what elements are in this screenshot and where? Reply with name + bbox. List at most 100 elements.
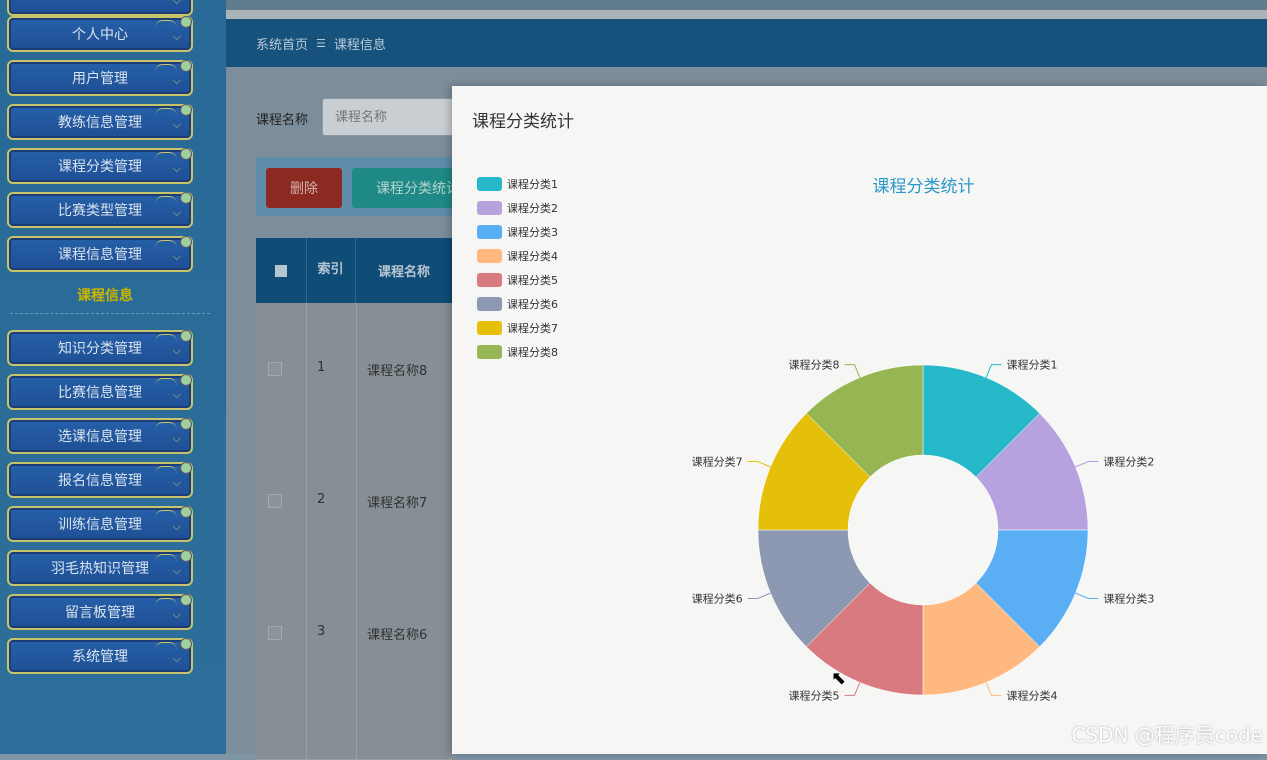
row-name: 课程名称7 [367,496,428,511]
top-divider [226,10,1267,19]
slice-label: 课程分类8 [788,358,839,372]
ornament-icon [155,334,177,343]
knob-icon [180,418,192,430]
knob-icon [180,236,192,248]
slice-label: 课程分类4 [1007,688,1058,702]
slice-label: 课程分类5 [788,688,839,702]
breadcrumb-current: 课程信息 [333,37,386,53]
sidebar-item[interactable]: 留言板管理 ⌵ [7,594,193,630]
sidebar: ⌵ 个人中心 ⌵ 用户管理 ⌵ 教练信息管理 ⌵ 课程分类管理 ⌵ 比赛类型管理 ⌵ 课程信息管理 ⌵ 知… [0,0,226,754]
row-index: 2 [317,492,326,507]
chevron-down-icon: ⌵ [172,344,181,357]
sidebar-item[interactable]: 课程分类管理 ⌵ [7,148,193,184]
table-row[interactable]: 2 课程名称7 [256,435,452,568]
sidebar-item[interactable]: 比赛类型管理 ⌵ [7,192,193,228]
ornament-icon [155,510,177,519]
watermark: CSDN @程序员code [1071,723,1263,747]
ornament-icon [155,642,177,651]
row-checkbox[interactable] [268,626,282,640]
ornament-icon [155,152,177,161]
sidebar-item-label: 比赛类型管理 [58,203,142,219]
sidebar-item[interactable]: 比赛信息管理 ⌵ [7,374,193,410]
slice-label: 课程分类1 [1007,358,1058,372]
search-input[interactable] [322,98,462,136]
slice-label-line [844,364,861,378]
knob-icon [180,638,192,650]
chevron-down-icon: ⌵ [172,74,181,87]
pie-chart: 课程分类1 课程分类2 课程分类3 课程分类4 课程分类5 课程分类6 课程分类7 课程分类8 [692,358,1155,703]
knob-icon [180,16,192,28]
table-row[interactable] [256,699,452,760]
sidebar-item[interactable]: 个人中心 ⌵ [7,16,193,52]
knob-icon [180,594,192,606]
sidebar-item[interactable]: 选课信息管理 ⌵ [7,418,193,454]
table-row[interactable]: 3 课程名称6 [256,567,452,700]
sidebar-item[interactable]: 知识分类管理 ⌵ [7,330,193,366]
sidebar-item-label: 留言板管理 [65,605,135,621]
breadcrumb: 系统首页 ☰ 课程信息 [226,19,1267,67]
knob-icon [180,462,192,474]
row-name: 课程名称8 [367,364,428,379]
sidebar-item-label: 知识分类管理 [58,341,142,357]
knob-icon [180,192,192,204]
chevron-down-icon: ⌵ [172,206,181,219]
slice-label-line [985,682,1002,696]
ornament-icon [155,598,177,607]
chevron-down-icon: ⌵ [172,432,181,445]
delete-button[interactable]: 删除 [266,168,342,208]
sidebar-item-label: 课程信息管理 [58,247,142,263]
mouse-cursor-icon: ⬉ [831,668,847,689]
slice-label-line [747,460,771,468]
chevron-down-icon: ⌵ [172,30,181,43]
row-index: 3 [317,624,326,639]
chevron-down-icon: ⌵ [172,476,181,489]
column-header-index: 索引 [306,238,356,303]
breadcrumb-home[interactable]: 系统首页 [256,34,308,53]
sidebar-item[interactable]: 系统管理 ⌵ [7,638,193,674]
chevron-down-icon: ⌵ [172,162,181,175]
ornament-icon [155,378,177,387]
ornament-icon [155,422,177,431]
slice-label-line [747,592,771,600]
sidebar-item-label: 报名信息管理 [58,473,142,489]
ornament-icon [155,108,177,117]
sidebar-item[interactable]: 报名信息管理 ⌵ [7,462,193,498]
divider [10,313,210,314]
sidebar-subitem-course-info[interactable]: 课程信息 [0,285,210,305]
sidebar-item-label: 选课信息管理 [58,429,142,445]
row-checkbox[interactable] [268,494,282,508]
table-header: 索引 课程名称 [256,238,452,303]
slice-label: 课程分类3 [1103,592,1154,606]
sidebar-item-label: 比赛信息管理 [58,385,142,401]
ornament-icon [155,64,177,73]
select-all-checkbox[interactable] [275,264,287,277]
slice-label-line [844,682,861,696]
chevron-down-icon: ⌵ [172,652,181,665]
slice-label: 课程分类7 [692,454,743,468]
chevron-down-icon: ⌵ [172,608,181,621]
knob-icon [180,148,192,160]
slice-label: 课程分类6 [692,592,743,606]
slice-label-line [1075,460,1099,468]
knob-icon [180,330,192,342]
sidebar-item[interactable]: ⌵ [7,0,193,16]
sidebar-item[interactable]: 课程信息管理 ⌵ [7,236,193,272]
chevron-down-icon: ⌵ [172,250,181,263]
sidebar-item[interactable]: 用户管理 ⌵ [7,60,193,96]
ornament-icon [155,240,177,249]
table-row[interactable]: 1 课程名称8 [256,303,452,436]
menu-icon: ☰ [316,36,326,50]
column-header-name: 课程名称 [377,265,430,280]
chevron-down-icon: ⌵ [172,564,181,577]
sidebar-item[interactable]: 羽毛热知识管理 ⌵ [7,550,193,586]
chevron-down-icon: ⌵ [172,0,181,7]
ornament-icon [155,466,177,475]
sidebar-item[interactable]: 教练信息管理 ⌵ [7,104,193,140]
select-all-checkbox-cell[interactable] [256,238,307,303]
category-stats-button[interactable]: 课程分类统计 [352,168,456,208]
sidebar-item[interactable]: 训练信息管理 ⌵ [7,506,193,542]
row-checkbox[interactable] [268,362,282,376]
chevron-down-icon: ⌵ [172,388,181,401]
knob-icon [180,60,192,72]
stats-modal: 课程分类统计 课程分类1 课程分类2 课程分类3 课程分类4 课程分类5 课程分类6 课程分… [452,86,1267,754]
